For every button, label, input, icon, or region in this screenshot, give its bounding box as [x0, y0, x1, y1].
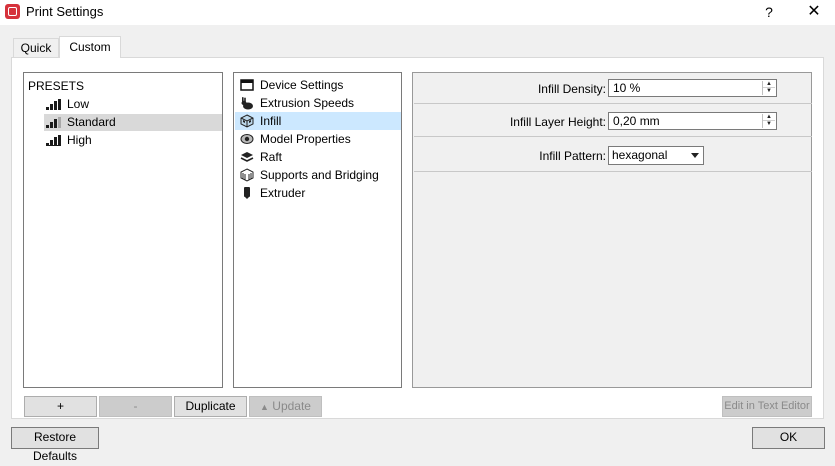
preset-low[interactable]: Low	[44, 96, 222, 113]
restore-defaults-button[interactable]: Restore Defaults	[11, 427, 99, 463]
quality-standard-icon	[46, 117, 61, 128]
setting-row-density: Infill Density: 10 % ▲ ▼	[414, 73, 812, 104]
layers-icon	[240, 152, 254, 162]
support-cube-icon	[240, 168, 254, 182]
help-button[interactable]: ?	[757, 2, 781, 22]
setting-row-layer-height: Infill Layer Height: 0,20 mm ▲ ▼	[414, 104, 812, 137]
category-extruder[interactable]: Extruder	[235, 184, 401, 202]
tab-quick[interactable]: Quick	[13, 38, 59, 58]
remove-preset-button[interactable]: -	[99, 396, 172, 417]
category-label: Supports and Bridging	[260, 168, 379, 182]
infill-layer-height-spinbox[interactable]: 0,20 mm ▲ ▼	[608, 112, 777, 130]
presets-root-label: PRESETS	[28, 79, 85, 93]
category-label: Model Properties	[260, 132, 351, 146]
category-label: Infill	[260, 114, 282, 128]
eye-icon	[240, 134, 254, 144]
preset-label: High	[67, 133, 92, 147]
spin-buttons[interactable]: ▲ ▼	[762, 81, 775, 95]
category-supports-bridging[interactable]: Supports and Bridging	[235, 166, 401, 184]
close-button[interactable]: ✕	[800, 2, 828, 22]
spin-up-icon[interactable]: ▲	[763, 114, 775, 121]
infill-settings-panel: Infill Density: 10 % ▲ ▼ Infill Layer He…	[412, 72, 812, 388]
extruder-icon	[244, 187, 250, 199]
category-model-properties[interactable]: Model Properties	[235, 130, 401, 148]
infill-layer-height-value: 0,20 mm	[613, 114, 660, 128]
quality-high-icon	[46, 135, 61, 146]
rabbit-icon	[241, 97, 253, 110]
window-title: Print Settings	[26, 4, 104, 19]
category-label: Extruder	[260, 186, 306, 200]
preset-label: Low	[67, 97, 90, 111]
edit-text-editor-button[interactable]: Edit in Text Editor	[722, 396, 812, 417]
category-label: Extrusion Speeds	[260, 96, 355, 110]
tab-custom[interactable]: Custom	[59, 36, 121, 58]
window-icon	[240, 79, 254, 91]
infill-layer-height-label: Infill Layer Height:	[509, 115, 606, 129]
app-logo-icon	[5, 4, 20, 19]
update-preset-button[interactable]: ▲ Update	[249, 396, 322, 417]
spin-buttons[interactable]: ▲ ▼	[762, 114, 775, 128]
infill-pattern-label: Infill Pattern:	[539, 149, 606, 163]
settings-category-list[interactable]: Device Settings Extrusion Speeds Infill …	[233, 72, 402, 388]
preset-standard[interactable]: Standard	[44, 114, 222, 131]
infill-density-spinbox[interactable]: 10 % ▲ ▼	[608, 79, 777, 97]
category-label: Raft	[260, 150, 283, 164]
duplicate-preset-button[interactable]: Duplicate	[174, 396, 247, 417]
category-label: Device Settings	[260, 78, 344, 92]
category-infill[interactable]: Infill	[235, 112, 401, 130]
upload-arrow-icon: ▲	[260, 402, 269, 412]
presets-tree[interactable]: PRESETS Low Standard High	[23, 72, 223, 388]
infill-pattern-value: hexagonal	[612, 148, 668, 162]
title-bar: Print Settings ? ✕	[0, 0, 835, 25]
infill-density-label: Infill Density:	[537, 82, 606, 96]
spin-down-icon[interactable]: ▼	[763, 88, 775, 95]
add-preset-button[interactable]: +	[24, 396, 97, 417]
category-extrusion-speeds[interactable]: Extrusion Speeds	[235, 94, 401, 112]
spin-up-icon[interactable]: ▲	[763, 81, 775, 88]
ok-button[interactable]: OK	[752, 427, 825, 449]
category-device-settings[interactable]: Device Settings	[235, 76, 401, 94]
preset-high[interactable]: High	[44, 132, 222, 149]
preset-label: Standard	[67, 115, 116, 129]
quality-low-icon	[46, 99, 61, 110]
category-raft[interactable]: Raft	[235, 148, 401, 166]
setting-row-pattern: Infill Pattern: hexagonal	[414, 137, 812, 172]
infill-pattern-dropdown[interactable]: hexagonal	[608, 146, 704, 165]
update-label: Update	[272, 399, 311, 413]
chevron-down-icon	[691, 153, 699, 158]
spin-down-icon[interactable]: ▼	[763, 121, 775, 128]
infill-density-value: 10 %	[613, 81, 641, 95]
infill-cube-icon	[240, 114, 254, 128]
